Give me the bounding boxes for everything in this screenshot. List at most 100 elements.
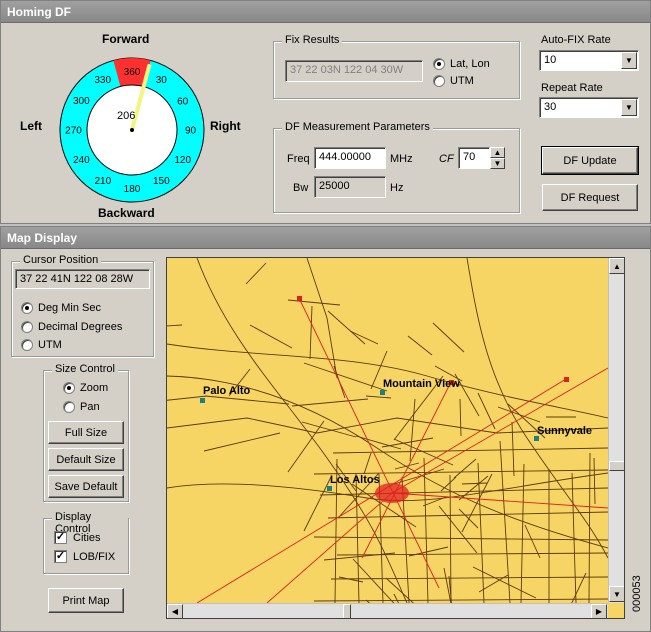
chevron-down-icon[interactable]: ▼ [621,99,637,116]
street-line [461,473,493,533]
compass-tick-label: 30 [156,75,168,86]
cities-checkbox[interactable]: ✓ Cities [54,531,101,544]
street-line [466,258,608,559]
scroll-up-arrow[interactable]: ▲ [609,258,624,274]
street-line [365,395,392,399]
street-line [363,452,372,475]
default-size-button[interactable]: Default Size [48,448,124,471]
cf-spin-down[interactable]: ▼ [490,158,505,169]
scroll-down-arrow[interactable]: ▼ [609,586,624,602]
zoom-radio[interactable]: Zoom [63,382,108,394]
street-line [593,457,596,505]
street-line [313,598,608,602]
street-line [303,476,332,532]
cf-label: CF [439,153,454,165]
full-size-button[interactable]: Full Size [48,421,124,444]
save-default-button[interactable]: Save Default [48,475,124,498]
compass-tick-label: 270 [65,126,82,137]
cf-spin-up[interactable]: ▲ [490,147,505,158]
fix-utm-radio[interactable]: UTM [433,75,474,87]
street-line [323,552,396,561]
df-request-button[interactable]: DF Request [542,184,638,211]
street-line [330,576,608,580]
cities-check-icon: ✓ [54,531,67,544]
street-line [440,476,457,492]
compass-tick-label: 180 [124,184,141,195]
street-line [336,552,608,556]
map-view[interactable]: Palo Alto Mountain View Sunnyvale Los Al… [166,257,625,619]
compass-right-label: Right [210,119,241,133]
fix-utm-label: UTM [450,75,474,87]
scroll-thumb-horizontal[interactable] [343,604,351,618]
bw-unit: Hz [390,182,404,194]
df-station-marker [297,296,302,301]
street-line [385,577,414,603]
compass-tick-label: 60 [177,96,189,107]
compass-tick-label: 90 [185,126,197,137]
lob-fix-check-icon: ✓ [54,550,67,563]
pan-radio[interactable]: Pan [63,401,100,413]
df-station-marker [564,377,569,382]
lob-line [266,492,393,603]
freq-unit: MHz [390,153,413,165]
lob-line [361,381,452,559]
auto-fix-value: 10 [544,54,557,66]
street-line [520,463,525,603]
street-line [303,362,388,392]
street-line [291,398,369,407]
compass-left-label: Left [20,119,42,133]
scroll-thumb-vertical[interactable] [609,461,624,471]
auto-fix-label: Auto-FIX Rate [541,34,611,46]
city-label-palo-alto: Palo Alto [203,385,251,397]
compass-tick-label: 240 [73,155,90,166]
zoom-label: Zoom [80,382,109,394]
repeat-rate-label: Repeat Rate [541,82,603,94]
street-line [511,421,515,477]
compass-tick-label: 360 [124,67,141,78]
decimal-degrees-label: Decimal Degrees [38,321,123,333]
auto-fix-select[interactable]: 10 ▼ [539,50,639,71]
street-line [458,475,489,501]
street-line [453,458,477,479]
cursor-utm-radio[interactable]: UTM [21,339,62,351]
street-line [432,322,465,353]
street-line [393,593,400,603]
map-vertical-scrollbar[interactable]: ▲ ▼ [608,258,624,603]
lob-fix-checkbox[interactable]: ✓ LOB/FIX [54,550,115,563]
display-control-group: Display Control [43,511,129,574]
compass-forward-label: Forward [102,32,150,46]
compass-current-reading: 206 [117,110,136,122]
cursor-utm-radio-dot [21,339,33,351]
street-line [338,576,364,583]
map-display-title: Map Display [1,227,650,249]
homing-df-title: Homing DF [1,1,650,23]
pan-radio-dot [63,401,75,413]
chevron-down-icon[interactable]: ▼ [621,52,637,69]
decimal-degrees-radio-dot [21,321,33,333]
compass-tick-label: 300 [73,96,90,107]
street-line [423,457,429,603]
fix-latlon-radio[interactable]: Lat, Lon [433,58,490,70]
scroll-left-arrow[interactable]: ◀ [167,604,183,618]
df-update-button[interactable]: DF Update [541,146,639,175]
street-line [349,330,379,345]
homing-df-panel: Homing DF Forward Backward Left Right 36… [0,0,651,224]
map-horizontal-scrollbar[interactable]: ◀ ▶ [167,603,608,618]
deg-min-sec-radio[interactable]: Deg Min Sec [21,302,101,314]
cf-input[interactable]: 70 [458,147,490,169]
decimal-degrees-radio[interactable]: Decimal Degrees [21,321,122,333]
cursor-position-field: 37 22 41N 122 08 28W [15,269,150,289]
street-line [443,567,452,603]
street-line [203,432,281,452]
freq-label: Freq [287,153,310,165]
print-map-button[interactable]: Print Map [48,588,124,613]
lob-fix-label: LOB/FIX [73,550,116,563]
deg-min-sec-label: Deg Min Sec [38,302,101,314]
repeat-rate-select[interactable]: 30 ▼ [539,97,639,118]
street-line [287,299,341,306]
street-line [355,473,360,603]
street-line [309,305,313,360]
scroll-right-arrow[interactable]: ▶ [591,604,607,618]
city-label-sunnyvale: Sunnyvale [537,425,593,437]
freq-input[interactable]: 444.00000 [314,147,386,169]
